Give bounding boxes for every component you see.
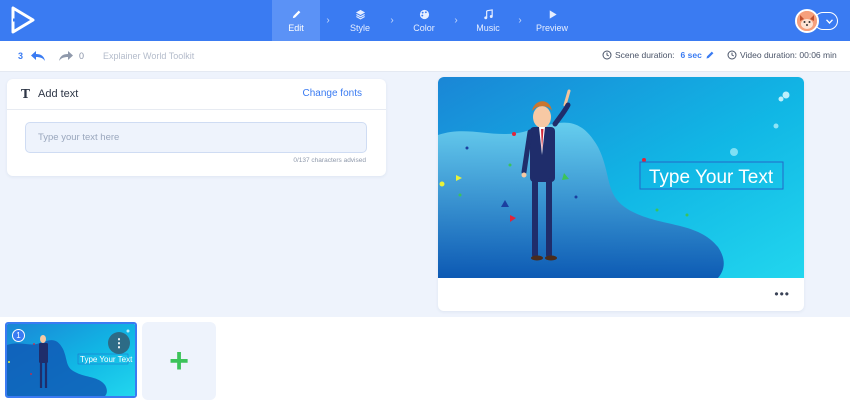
- chevron-down-icon: [826, 18, 833, 24]
- step-label: Music: [476, 22, 500, 33]
- scene-canvas[interactable]: Type Your Text: [438, 77, 804, 278]
- scene-duration-value: 6 sec: [680, 50, 702, 60]
- scene-options-button[interactable]: •••: [774, 287, 790, 301]
- text-icon: T: [21, 87, 30, 101]
- canvas-text[interactable]: Type Your Text: [649, 167, 774, 188]
- step-label: Color: [413, 22, 435, 33]
- scene-text-input[interactable]: [25, 122, 367, 153]
- step-color[interactable]: Color: [400, 0, 448, 41]
- scene-preview-card: Type Your Text •••: [438, 77, 804, 311]
- redo-count: 0: [79, 51, 85, 61]
- scene-duration[interactable]: Scene duration: 6 sec: [602, 50, 715, 60]
- step-style[interactable]: Style: [336, 0, 384, 41]
- chevron-right-icon: ›: [326, 15, 330, 26]
- music-note-icon: [483, 8, 493, 19]
- chevron-right-icon: ›: [518, 15, 522, 26]
- scene-number-badge: 1: [12, 329, 25, 342]
- scene-thumbnail[interactable]: Type Your Text 1 ⋮: [5, 322, 137, 398]
- add-scene-button[interactable]: +: [142, 322, 216, 400]
- top-bar: Edit › Style › Color › Music › Preview: [0, 0, 850, 41]
- step-edit[interactable]: Edit: [272, 0, 320, 41]
- pencil-icon[interactable]: [705, 50, 715, 60]
- clock-icon: [602, 50, 612, 60]
- clock-icon: [727, 50, 737, 60]
- scene-timeline: Type Your Text 1 ⋮ +: [0, 317, 850, 409]
- layers-icon: [355, 9, 365, 19]
- step-preview[interactable]: Preview: [528, 0, 576, 41]
- pencil-icon: [292, 10, 300, 18]
- chevron-right-icon: ›: [390, 15, 394, 26]
- video-duration-label: Video duration: 00:06 min: [740, 50, 837, 60]
- palette-icon: [419, 9, 429, 19]
- play-icon: [549, 9, 557, 19]
- panel-header: T Add text Change fonts: [7, 79, 386, 110]
- step-music[interactable]: Music: [464, 0, 512, 41]
- step-label: Style: [349, 22, 370, 33]
- undo-count: 3: [18, 51, 24, 61]
- change-fonts-link[interactable]: Change fonts: [303, 88, 363, 99]
- panel-title: Add text: [38, 88, 79, 100]
- step-label: Edit: [288, 22, 304, 33]
- workflow-steps: Edit › Style › Color › Music › Preview: [272, 0, 576, 41]
- editor-toolbar: 3 0 Explainer World Toolkit Scene durati…: [0, 41, 850, 72]
- video-duration: Video duration: 00:06 min: [727, 50, 837, 60]
- scene-duration-label: Scene duration:: [615, 50, 675, 60]
- chevron-right-icon: ›: [454, 15, 458, 26]
- avatar[interactable]: [795, 9, 819, 33]
- project-name[interactable]: Explainer World Toolkit: [103, 51, 194, 61]
- character-count: 0/137 characters advised: [293, 157, 366, 164]
- redo-icon[interactable]: [58, 49, 74, 63]
- scene-thumbnail-menu-button[interactable]: ⋮: [108, 332, 130, 354]
- app-logo-icon[interactable]: [10, 6, 36, 34]
- step-label: Preview: [535, 22, 568, 33]
- fox-avatar-icon: [797, 11, 817, 31]
- scene-thumbnail-text: Type Your Text: [80, 355, 133, 364]
- add-text-panel: T Add text Change fonts 0/137 characters…: [7, 79, 386, 176]
- undo-icon[interactable]: [30, 49, 46, 63]
